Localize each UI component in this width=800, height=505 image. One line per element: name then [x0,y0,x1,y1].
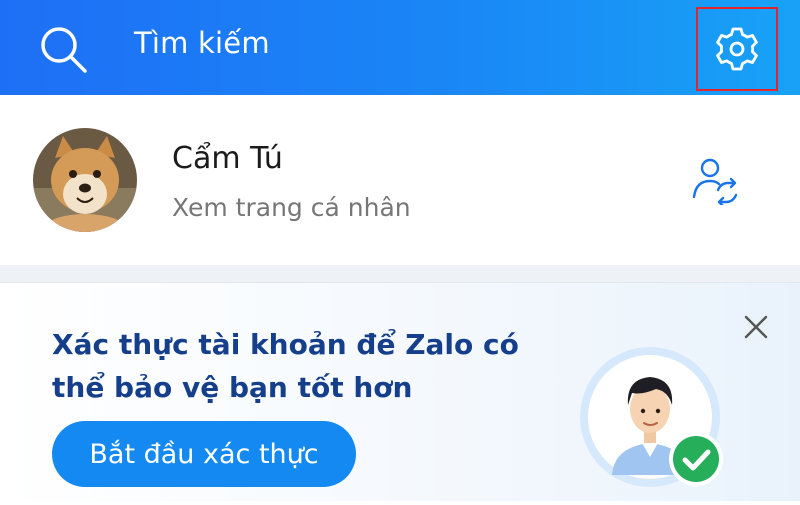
search-icon[interactable] [38,24,90,76]
gear-icon [716,27,758,71]
section-divider [0,265,800,282]
top-header: Tìm kiếm [0,0,800,95]
profile-row[interactable]: Cẩm Tú Xem trang cá nhân [0,95,800,265]
settings-button[interactable] [696,7,778,91]
verified-check-icon [668,431,724,487]
view-profile-link[interactable]: Xem trang cá nhân [172,193,411,222]
search-input[interactable]: Tìm kiếm [134,26,270,60]
avatar[interactable] [33,128,137,232]
close-icon[interactable] [740,311,772,343]
switch-account-icon[interactable] [690,157,740,208]
verified-user-illustration [572,335,732,501]
verification-banner: Xác thực tài khoản để Zalo có thể bảo vệ… [0,282,800,501]
banner-title: Xác thực tài khoản để Zalo có thể bảo vệ… [52,328,519,404]
start-verification-button[interactable]: Bắt đầu xác thực [52,421,356,487]
profile-name: Cẩm Tú [172,141,283,176]
